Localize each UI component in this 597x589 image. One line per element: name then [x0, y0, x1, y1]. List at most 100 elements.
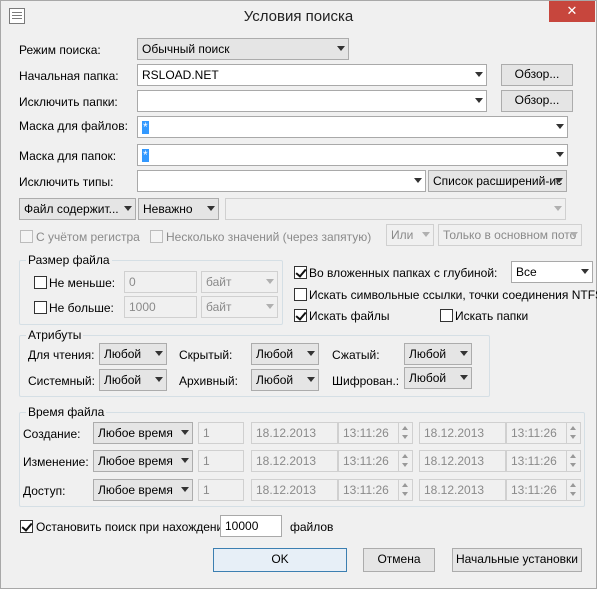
created-time-to[interactable]: 13:11:26 — [506, 422, 581, 444]
logic-or-select[interactable]: Или — [386, 224, 434, 246]
find-folders-checkbox[interactable] — [440, 309, 453, 322]
compressed-value: Любой — [409, 347, 447, 361]
find-files-checkbox[interactable] — [294, 309, 307, 322]
max-size-input[interactable]: 1000 — [124, 296, 197, 318]
modified-date-to-value: 18.12.2013 — [424, 454, 485, 468]
min-size-input[interactable]: 0 — [124, 271, 197, 293]
modified-time-to[interactable]: 13:11:26 — [506, 450, 581, 472]
accessed-mode-select[interactable]: Любое время — [93, 479, 193, 501]
system-value: Любой — [104, 373, 142, 387]
hidden-label: Скрытый: — [179, 348, 233, 362]
stop-count-input[interactable]: 10000 — [220, 515, 282, 537]
browse-label: Обзор... — [514, 93, 560, 107]
chevron-down-icon — [554, 206, 562, 211]
title-bar: Условия поиска ✕ — [1, 1, 596, 32]
encrypted-select[interactable]: Любой — [404, 367, 472, 389]
min-size-checkbox[interactable] — [34, 276, 47, 289]
accessed-time-to-value: 13:11:26 — [511, 483, 557, 497]
chevron-down-icon — [556, 152, 564, 157]
file-mask-combo[interactable]: * — [137, 116, 568, 138]
folder-mask-combo[interactable]: * — [137, 144, 568, 166]
symlinks-checkbox[interactable] — [294, 288, 307, 301]
chevron-down-icon — [422, 232, 430, 237]
created-date-to[interactable]: 18.12.2013 — [419, 422, 506, 444]
compressed-select[interactable]: Любой — [404, 343, 472, 365]
modified-time-from[interactable]: 13:11:26 — [338, 450, 413, 472]
exclude-folders-combo[interactable] — [137, 90, 487, 112]
modified-mode-select[interactable]: Любое время — [93, 450, 193, 472]
case-sensitive-checkbox[interactable] — [20, 230, 33, 243]
spin-arrows-icon[interactable] — [566, 480, 580, 500]
spin-arrows-icon[interactable] — [566, 451, 580, 471]
modified-mode-value: Любое время — [98, 454, 173, 468]
ok-button[interactable]: OK — [213, 548, 347, 572]
browse-start-folder-button[interactable]: Обзор... — [501, 64, 573, 86]
symlinks-label: Искать символьные ссылки, точки соединен… — [309, 288, 597, 302]
multiple-values-label: Несколько значений (через запятую) — [166, 230, 372, 244]
window-title: Условия поиска — [243, 8, 354, 25]
accessed-time-to[interactable]: 13:11:26 — [506, 479, 581, 501]
created-time-from[interactable]: 13:11:26 — [338, 422, 413, 444]
chevron-down-icon — [475, 72, 483, 77]
content-text-combo[interactable] — [225, 198, 566, 220]
chevron-down-icon — [475, 98, 483, 103]
readonly-select[interactable]: Любой — [99, 343, 167, 365]
close-button[interactable]: ✕ — [549, 1, 595, 22]
created-mode-select[interactable]: Любое время — [93, 422, 193, 444]
stop-count-value: 10000 — [225, 519, 259, 533]
accessed-date-to[interactable]: 18.12.2013 — [419, 479, 506, 501]
modified-date-to[interactable]: 18.12.2013 — [419, 450, 506, 472]
created-date-from[interactable]: 18.12.2013 — [251, 422, 338, 444]
created-date-from-value: 18.12.2013 — [256, 426, 317, 440]
subfolders-label: Во вложенных папках с глубиной: — [309, 266, 498, 280]
exclude-folders-label: Исключить папки: — [19, 95, 118, 109]
subfolders-checkbox[interactable] — [294, 266, 307, 279]
accessed-label: Доступ: — [23, 484, 66, 498]
created-mode-value: Любое время — [98, 426, 173, 440]
find-folders-label: Искать папки — [455, 309, 529, 323]
chevron-down-icon — [307, 377, 315, 382]
modified-count-input[interactable]: 1 — [198, 450, 244, 472]
content-importance-select[interactable]: Неважно — [138, 198, 219, 220]
chevron-down-icon — [307, 351, 315, 356]
chevron-down-icon — [207, 206, 215, 211]
exclude-types-combo[interactable] — [137, 170, 426, 192]
content-type-select[interactable]: Файл содержит... — [19, 198, 136, 220]
attributes-group-title: Атрибуты — [26, 328, 84, 342]
spin-arrows-icon[interactable] — [398, 451, 412, 471]
defaults-label: Начальные установки — [455, 552, 579, 566]
extension-list-select[interactable]: Список расширений-ис — [428, 170, 567, 192]
file-mask-value: * — [142, 120, 149, 134]
accessed-time-from[interactable]: 13:11:26 — [338, 479, 413, 501]
system-select[interactable]: Любой — [99, 369, 167, 391]
archive-select[interactable]: Любой — [251, 369, 319, 391]
spin-arrows-icon[interactable] — [398, 480, 412, 500]
folder-mask-value: * — [142, 148, 149, 162]
max-size-unit-select[interactable]: байт — [201, 296, 278, 318]
depth-select[interactable]: Все — [511, 261, 593, 283]
cancel-button[interactable]: Отмена — [363, 548, 435, 572]
modified-time-to-value: 13:11:26 — [511, 454, 557, 468]
spin-arrows-icon[interactable] — [566, 423, 580, 443]
max-size-checkbox[interactable] — [34, 301, 47, 314]
defaults-button[interactable]: Начальные установки — [452, 548, 582, 572]
browse-exclude-folders-button[interactable]: Обзор... — [501, 90, 573, 112]
modified-date-from[interactable]: 18.12.2013 — [251, 450, 338, 472]
created-count-input[interactable]: 1 — [198, 422, 244, 444]
file-time-group-title: Время файла — [26, 405, 107, 419]
stop-search-checkbox[interactable] — [20, 520, 33, 533]
created-count-value: 1 — [203, 426, 210, 440]
stream-select[interactable]: Только в основном пото — [438, 224, 582, 246]
search-mode-select[interactable]: Обычный поиск — [137, 38, 349, 60]
accessed-date-from[interactable]: 18.12.2013 — [251, 479, 338, 501]
accessed-count-input[interactable]: 1 — [198, 479, 244, 501]
chevron-down-icon — [581, 269, 589, 274]
chevron-down-icon — [570, 232, 578, 237]
spin-arrows-icon[interactable] — [398, 423, 412, 443]
hidden-select[interactable]: Любой — [251, 343, 319, 365]
multiple-values-checkbox[interactable] — [150, 230, 163, 243]
search-mode-label: Режим поиска: — [19, 43, 101, 57]
modified-time-from-value: 13:11:26 — [343, 454, 389, 468]
start-folder-combo[interactable]: RSLOAD.NET — [137, 64, 487, 86]
min-size-unit-select[interactable]: байт — [201, 271, 278, 293]
